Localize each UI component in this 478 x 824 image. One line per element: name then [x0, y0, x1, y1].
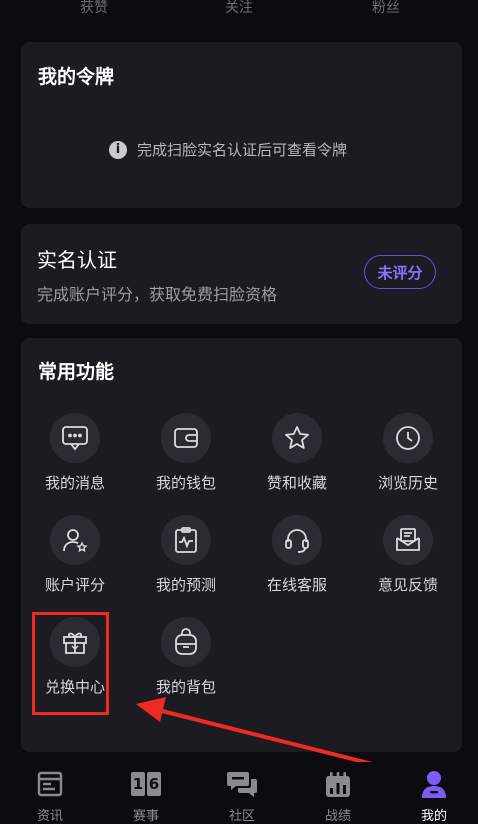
bottom-tab-bar: 资讯 1 6 赛事 社区 战绩 我的: [0, 762, 478, 824]
backpack-icon: [161, 617, 211, 667]
feature-label: 账户评分: [44, 576, 105, 594]
headset-icon: [272, 515, 322, 565]
feature-label: 浏览历史: [377, 474, 438, 492]
message-icon: [50, 413, 100, 463]
realname-subtitle: 完成账户评分，获取免费扫脸资格: [37, 285, 278, 304]
features-title: 常用功能: [38, 361, 115, 383]
feature-label: 我的背包: [155, 678, 216, 696]
feature-online-support[interactable]: 在线客服: [249, 515, 345, 605]
token-tip: i 完成扫脸实名认证后可查看令牌: [109, 139, 347, 160]
profile-stats: 获赞 关注 粉丝: [0, 0, 478, 22]
likes-label[interactable]: 获赞: [80, 0, 108, 17]
scoreboard-digit-right: 6: [147, 772, 161, 796]
token-card-title: 我的令牌: [38, 66, 115, 88]
tab-community[interactable]: 社区: [194, 762, 290, 824]
feature-label: 意见反馈: [377, 576, 438, 594]
feature-my-backpack[interactable]: 我的背包: [138, 617, 234, 707]
mail-feedback-icon: [383, 515, 433, 565]
tab-mine[interactable]: 我的: [386, 762, 478, 824]
feature-browse-history[interactable]: 浏览历史: [360, 413, 456, 503]
redeem-center-highlight-box: [32, 612, 109, 715]
feature-account-rating[interactable]: 账户评分: [27, 515, 123, 605]
tab-label: 赛事: [132, 809, 159, 824]
feature-label: 我的钱包: [155, 474, 216, 492]
feature-my-predictions[interactable]: 我的预测: [138, 515, 234, 605]
feature-label: 在线客服: [266, 576, 327, 594]
profile-icon: [419, 770, 449, 798]
feature-label: 我的消息: [44, 474, 105, 492]
realname-card[interactable]: 实名认证 完成账户评分，获取免费扫脸资格 未评分: [21, 224, 462, 324]
feature-likes-favorites[interactable]: 赞和收藏: [249, 413, 345, 503]
tab-label: 战绩: [324, 809, 351, 824]
star-icon: [272, 413, 322, 463]
wallet-icon: [161, 413, 211, 463]
info-icon: i: [109, 140, 127, 159]
scoreboard-icon: 1 6: [131, 770, 161, 798]
rating-status-button[interactable]: 未评分: [364, 255, 436, 289]
tab-records[interactable]: 战绩: [290, 762, 386, 824]
following-label[interactable]: 关注: [225, 0, 253, 17]
token-tip-text: 完成扫脸实名认证后可查看令牌: [137, 141, 348, 159]
feature-my-wallet[interactable]: 我的钱包: [138, 413, 234, 503]
clipboard-chart-icon: [161, 515, 211, 565]
user-star-icon: [50, 515, 100, 565]
token-card: 我的令牌 i 完成扫脸实名认证后可查看令牌: [21, 42, 462, 208]
tab-matches[interactable]: 1 6 赛事: [98, 762, 194, 824]
tab-label: 社区: [228, 809, 255, 824]
feature-my-messages[interactable]: 我的消息: [27, 413, 123, 503]
feature-feedback[interactable]: 意见反馈: [360, 515, 456, 605]
realname-title: 实名认证: [37, 248, 117, 272]
tab-news[interactable]: 资讯: [2, 762, 98, 824]
chat-bubbles-icon: [227, 770, 257, 798]
tab-label: 我的: [420, 809, 447, 824]
feature-label: 我的预测: [155, 576, 216, 594]
news-icon: [35, 770, 65, 798]
stats-icon: [323, 770, 353, 798]
feature-label: 赞和收藏: [266, 474, 327, 492]
tab-label: 资讯: [36, 809, 63, 824]
fans-label[interactable]: 粉丝: [372, 0, 400, 17]
scoreboard-digit-left: 1: [131, 772, 145, 796]
clock-icon: [383, 413, 433, 463]
